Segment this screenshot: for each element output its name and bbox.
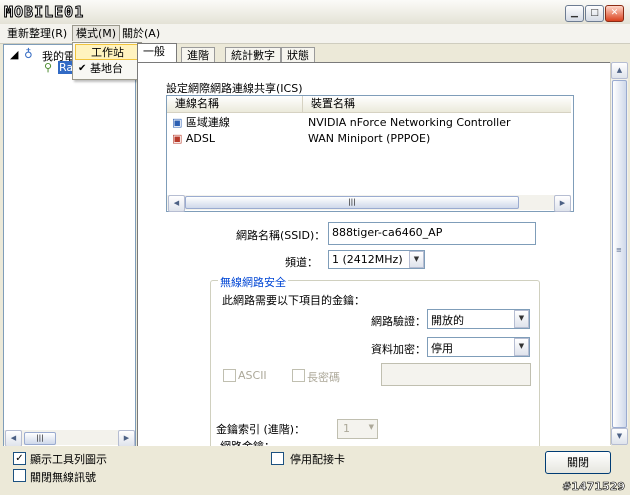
watermark: #1471529: [562, 480, 625, 494]
computer-icon: ♁: [24, 47, 33, 61]
dropdown-item-access-point[interactable]: ✔ 基地台: [75, 61, 139, 77]
menu-mode[interactable]: 模式(M): [72, 25, 121, 41]
dropdown-item-workstation[interactable]: 工作站: [75, 44, 139, 60]
chevron-down-icon[interactable]: ▼: [514, 338, 529, 356]
wireless-adapter-icon: ⚲: [44, 61, 53, 74]
mobile01-logo: MOBILE01: [3, 3, 85, 22]
mode-dropdown: 工作站 ✔ 基地台: [72, 42, 142, 80]
ascii-checkbox[interactable]: [223, 369, 236, 382]
menu-bar: 重新整理(R) 模式(M) 關於(A): [0, 24, 630, 44]
scroll-up-icon[interactable]: ▲: [611, 62, 628, 79]
chevron-down-icon[interactable]: ▼: [514, 310, 529, 328]
table-row[interactable]: ▣ ADSL: [172, 131, 215, 146]
ascii-label: ASCII: [238, 369, 267, 382]
tab-general[interactable]: 一般: [137, 43, 177, 64]
wireless-security-title: 無線網路安全: [218, 274, 288, 290]
close-button[interactable]: 關閉: [545, 451, 611, 474]
network-key-label: 網路金鑰：: [220, 438, 275, 446]
ssid-value: 888tiger-ca6460_AP: [332, 226, 443, 239]
ics-connection-list[interactable]: 連線名稱 裝置名稱 ▣ 區域連線 NVIDIA nForce Networkin…: [166, 95, 574, 212]
scroll-left-icon[interactable]: ◀: [168, 195, 185, 212]
ics-label: 設定網際網路連線共享(ICS): [166, 82, 303, 95]
disable-adapter-checkbox[interactable]: [271, 452, 284, 465]
auth-label: 網路驗證：: [371, 315, 426, 328]
disable-adapter-label: 停用配接卡: [290, 453, 345, 466]
column-connection-name[interactable]: 連線名稱: [167, 96, 303, 113]
title-bar: MOBILE01 ▁ □ ✕: [0, 0, 630, 25]
channel-label: 頻道：: [285, 256, 318, 269]
row-device-name: NVIDIA nForce Networking Controller: [308, 116, 511, 129]
security-description: 此網路需要以下項目的金鑰：: [222, 294, 365, 307]
chevron-down-icon: ▼: [368, 423, 374, 431]
show-tray-icon-checkbox[interactable]: ✓: [13, 452, 26, 465]
auth-select[interactable]: 開放的 ▼: [427, 309, 530, 329]
encrypt-label: 資料加密：: [371, 343, 426, 356]
auth-value: 開放的: [431, 314, 464, 327]
dialup-connection-icon: ▣: [172, 132, 183, 145]
scroll-right-icon[interactable]: ▶: [554, 195, 571, 212]
minimize-button[interactable]: ▁: [565, 5, 584, 22]
column-connection-name-label: 連線名稱: [175, 97, 219, 110]
maximize-button[interactable]: □: [585, 5, 604, 22]
scroll-thumb[interactable]: |||: [185, 196, 519, 209]
lan-connection-icon: ▣: [172, 116, 183, 129]
long-key-checkbox[interactable]: [292, 369, 305, 382]
key-index-label: 金鑰索引 (進階)：: [216, 423, 306, 436]
list-horizontal-scrollbar[interactable]: ◀ ||| ▶: [167, 195, 571, 212]
row-device-name: WAN Miniport (PPPOE): [308, 132, 431, 145]
menu-refresh[interactable]: 重新整理(R): [4, 26, 70, 41]
disable-radio-checkbox[interactable]: [13, 469, 26, 482]
disable-radio-label: 關閉無線訊號: [30, 471, 96, 484]
ssid-input[interactable]: 888tiger-ca6460_AP: [328, 222, 536, 245]
column-device-name[interactable]: 裝置名稱: [303, 96, 571, 113]
key-index-select[interactable]: 1 ▼: [337, 419, 378, 439]
scroll-thumb[interactable]: ≡: [612, 80, 627, 428]
column-device-name-label: 裝置名稱: [311, 97, 355, 110]
key-index-value: 1: [343, 422, 350, 435]
tab-general-label: 一般: [143, 45, 165, 58]
show-tray-icon-label: 顯示工具列圖示: [30, 453, 107, 466]
collapse-icon[interactable]: ◢: [10, 48, 18, 61]
scroll-left-icon[interactable]: ◀: [5, 430, 22, 447]
check-icon: ✔: [78, 63, 87, 74]
panel-vertical-scrollbar[interactable]: ▲ ≡ ▼: [610, 62, 628, 445]
long-key-label: 長密碼: [307, 371, 340, 384]
row-connection-name: 區域連線: [185, 116, 230, 129]
scroll-thumb[interactable]: |||: [24, 432, 56, 445]
dropdown-workstation-label: 工作站: [91, 46, 124, 59]
close-window-button[interactable]: ✕: [605, 5, 624, 22]
network-key-input[interactable]: [381, 363, 531, 386]
scroll-down-icon[interactable]: ▼: [611, 428, 628, 445]
encrypt-select[interactable]: 停用 ▼: [427, 337, 530, 357]
tree-pane[interactable]: ◢ ♁ 我的電 ⚲ Ra ◀ ||| ▶: [3, 44, 136, 447]
row-connection-name: ADSL: [185, 132, 216, 145]
channel-select[interactable]: 1 (2412MHz) ▼: [328, 250, 425, 269]
menu-about[interactable]: 關於(A): [119, 26, 163, 41]
table-row[interactable]: ▣ 區域連線: [172, 115, 230, 130]
scroll-right-icon[interactable]: ▶: [118, 430, 135, 447]
channel-value: 1 (2412MHz): [332, 253, 403, 266]
chevron-down-icon[interactable]: ▼: [409, 251, 424, 268]
ssid-label: 網路名稱(SSID)：: [236, 229, 326, 242]
encrypt-value: 停用: [431, 342, 453, 355]
tree-horizontal-scrollbar[interactable]: ◀ ||| ▶: [4, 430, 135, 447]
